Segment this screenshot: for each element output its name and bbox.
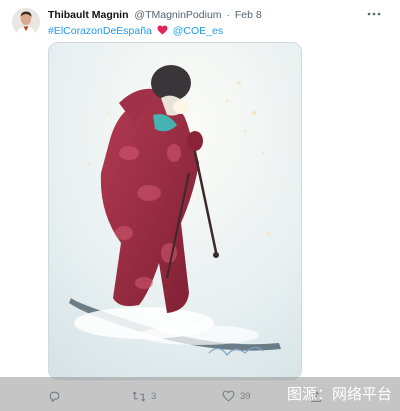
tweet-date[interactable]: Feb 8: [235, 9, 262, 21]
mention-link[interactable]: @COE_es: [173, 25, 223, 37]
hashtag-link[interactable]: #ElCorazonDeEspaña: [48, 25, 152, 37]
avatar[interactable]: [12, 8, 40, 36]
more-icon[interactable]: [366, 6, 382, 22]
tweet-image[interactable]: [48, 42, 302, 380]
header-separator: ·: [226, 9, 230, 21]
tweet-text: #ElCorazonDeEspaña @COE_es: [48, 24, 223, 39]
tweet-header: Thibault Magnin @TMagninPodium · Feb 8: [48, 8, 262, 22]
heart-icon: [157, 25, 168, 39]
author-handle[interactable]: @TMagninPodium: [134, 9, 221, 21]
author-name[interactable]: Thibault Magnin: [48, 9, 129, 21]
watermark-text: 图源：网络平台: [286, 385, 392, 403]
tweet: Thibault Magnin @TMagninPodium · Feb 8 #…: [0, 0, 400, 411]
